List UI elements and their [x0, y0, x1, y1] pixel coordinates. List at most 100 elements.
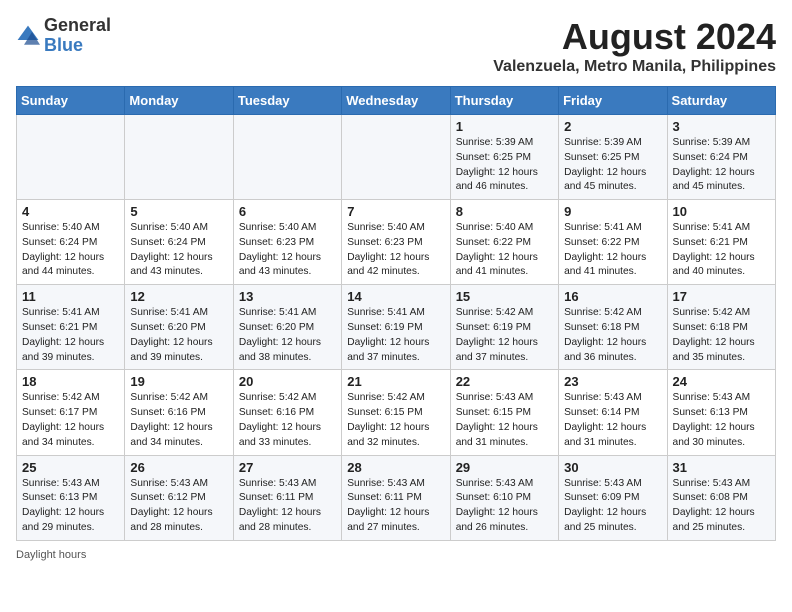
day-info: Sunrise: 5:43 AM Sunset: 6:15 PM Dayligh…: [456, 391, 553, 450]
day-info: Sunrise: 5:43 AM Sunset: 6:12 PM Dayligh…: [130, 477, 227, 536]
calendar-cell: 18 Sunrise: 5:42 AM Sunset: 6:17 PM Dayli…: [17, 370, 125, 455]
calendar-cell: 4 Sunrise: 5:40 AM Sunset: 6:24 PM Daylig…: [17, 200, 125, 285]
calendar-cell: 21 Sunrise: 5:42 AM Sunset: 6:15 PM Dayli…: [342, 370, 450, 455]
day-number: 11: [22, 289, 119, 304]
calendar-cell: 9Sunrise: 5:41 AM Sunset: 6:22 PM Daylig…: [559, 200, 667, 285]
calendar-cell: 8 Sunrise: 5:40 AM Sunset: 6:22 PM Daylig…: [450, 200, 558, 285]
day-info: Sunrise: 5:41 AM Sunset: 6:21 PM Dayligh…: [22, 306, 119, 365]
day-number: 20: [239, 374, 336, 389]
day-number: 3: [673, 119, 770, 134]
day-number: 4: [22, 204, 119, 219]
calendar-cell: 6Sunrise: 5:40 AM Sunset: 6:23 PM Daylig…: [233, 200, 341, 285]
calendar-cell: [342, 115, 450, 200]
day-number: 21: [347, 374, 444, 389]
calendar-week-row: 4 Sunrise: 5:40 AM Sunset: 6:24 PM Daylig…: [17, 200, 776, 285]
calendar-cell: 31Sunrise: 5:43 AM Sunset: 6:08 PM Dayli…: [667, 455, 775, 540]
day-number: 24: [673, 374, 770, 389]
calendar-header-row: SundayMondayTuesdayWednesdayThursdayFrid…: [17, 87, 776, 115]
day-info: Sunrise: 5:40 AM Sunset: 6:23 PM Dayligh…: [239, 221, 336, 280]
day-of-week-header: Saturday: [667, 87, 775, 115]
calendar-cell: 13Sunrise: 5:41 AM Sunset: 6:20 PM Dayli…: [233, 285, 341, 370]
calendar-cell: 3 Sunrise: 5:39 AM Sunset: 6:24 PM Daylig…: [667, 115, 775, 200]
day-number: 5: [130, 204, 227, 219]
day-number: 23: [564, 374, 661, 389]
calendar-cell: 2 Sunrise: 5:39 AM Sunset: 6:25 PM Daylig…: [559, 115, 667, 200]
day-info: Sunrise: 5:40 AM Sunset: 6:24 PM Dayligh…: [22, 221, 119, 280]
day-info: Sunrise: 5:43 AM Sunset: 6:11 PM Dayligh…: [239, 477, 336, 536]
day-info: Sunrise: 5:43 AM Sunset: 6:10 PM Dayligh…: [456, 477, 553, 536]
calendar-cell: [233, 115, 341, 200]
footer-note: Daylight hours: [16, 549, 776, 561]
calendar-cell: 28 Sunrise: 5:43 AM Sunset: 6:11 PM Dayli…: [342, 455, 450, 540]
calendar-cell: 27 Sunrise: 5:43 AM Sunset: 6:11 PM Dayli…: [233, 455, 341, 540]
day-info: Sunrise: 5:40 AM Sunset: 6:23 PM Dayligh…: [347, 221, 444, 280]
day-number: 27: [239, 460, 336, 475]
day-info: Sunrise: 5:39 AM Sunset: 6:25 PM Dayligh…: [456, 136, 553, 195]
day-of-week-header: Tuesday: [233, 87, 341, 115]
calendar-cell: 19Sunrise: 5:42 AM Sunset: 6:16 PM Dayli…: [125, 370, 233, 455]
day-info: Sunrise: 5:40 AM Sunset: 6:22 PM Dayligh…: [456, 221, 553, 280]
day-number: 1: [456, 119, 553, 134]
calendar-cell: 10Sunrise: 5:41 AM Sunset: 6:21 PM Dayli…: [667, 200, 775, 285]
logo-blue: Blue: [44, 36, 111, 56]
calendar-cell: 20 Sunrise: 5:42 AM Sunset: 6:16 PM Dayli…: [233, 370, 341, 455]
day-info: Sunrise: 5:42 AM Sunset: 6:16 PM Dayligh…: [239, 391, 336, 450]
calendar-cell: 12 Sunrise: 5:41 AM Sunset: 6:20 PM Dayli…: [125, 285, 233, 370]
day-info: Sunrise: 5:42 AM Sunset: 6:17 PM Dayligh…: [22, 391, 119, 450]
calendar-week-row: 18 Sunrise: 5:42 AM Sunset: 6:17 PM Dayli…: [17, 370, 776, 455]
day-number: 13: [239, 289, 336, 304]
day-number: 30: [564, 460, 661, 475]
day-number: 15: [456, 289, 553, 304]
day-number: 22: [456, 374, 553, 389]
calendar-cell: [17, 115, 125, 200]
day-info: Sunrise: 5:42 AM Sunset: 6:15 PM Dayligh…: [347, 391, 444, 450]
day-info: Sunrise: 5:42 AM Sunset: 6:18 PM Dayligh…: [673, 306, 770, 365]
title-area: August 2024 Valenzuela, Metro Manila, Ph…: [493, 16, 776, 76]
calendar-cell: 26Sunrise: 5:43 AM Sunset: 6:12 PM Dayli…: [125, 455, 233, 540]
day-info: Sunrise: 5:43 AM Sunset: 6:14 PM Dayligh…: [564, 391, 661, 450]
calendar-table: SundayMondayTuesdayWednesdayThursdayFrid…: [16, 86, 776, 541]
day-info: Sunrise: 5:42 AM Sunset: 6:18 PM Dayligh…: [564, 306, 661, 365]
day-number: 29: [456, 460, 553, 475]
day-number: 16: [564, 289, 661, 304]
day-number: 12: [130, 289, 227, 304]
day-of-week-header: Wednesday: [342, 87, 450, 115]
calendar-cell: 16 Sunrise: 5:42 AM Sunset: 6:18 PM Dayli…: [559, 285, 667, 370]
logo-general: General: [44, 16, 111, 36]
calendar-cell: 11 Sunrise: 5:41 AM Sunset: 6:21 PM Dayli…: [17, 285, 125, 370]
day-of-week-header: Friday: [559, 87, 667, 115]
calendar-cell: 7Sunrise: 5:40 AM Sunset: 6:23 PM Daylig…: [342, 200, 450, 285]
calendar-cell: 29 Sunrise: 5:43 AM Sunset: 6:10 PM Dayli…: [450, 455, 558, 540]
day-number: 17: [673, 289, 770, 304]
day-number: 9: [564, 204, 661, 219]
day-number: 25: [22, 460, 119, 475]
day-number: 8: [456, 204, 553, 219]
calendar-cell: 15 Sunrise: 5:42 AM Sunset: 6:19 PM Dayli…: [450, 285, 558, 370]
day-number: 18: [22, 374, 119, 389]
calendar-body: 1 Sunrise: 5:39 AM Sunset: 6:25 PM Daylig…: [17, 115, 776, 541]
header: General Blue August 2024 Valenzuela, Met…: [16, 16, 776, 76]
day-info: Sunrise: 5:40 AM Sunset: 6:24 PM Dayligh…: [130, 221, 227, 280]
day-number: 28: [347, 460, 444, 475]
day-of-week-header: Monday: [125, 87, 233, 115]
calendar-cell: 25Sunrise: 5:43 AM Sunset: 6:13 PM Dayli…: [17, 455, 125, 540]
day-info: Sunrise: 5:39 AM Sunset: 6:25 PM Dayligh…: [564, 136, 661, 195]
calendar-week-row: 11 Sunrise: 5:41 AM Sunset: 6:21 PM Dayli…: [17, 285, 776, 370]
day-info: Sunrise: 5:42 AM Sunset: 6:16 PM Dayligh…: [130, 391, 227, 450]
day-info: Sunrise: 5:42 AM Sunset: 6:19 PM Dayligh…: [456, 306, 553, 365]
day-info: Sunrise: 5:41 AM Sunset: 6:20 PM Dayligh…: [130, 306, 227, 365]
day-info: Sunrise: 5:39 AM Sunset: 6:24 PM Dayligh…: [673, 136, 770, 195]
location: Valenzuela, Metro Manila, Philippines: [493, 58, 776, 76]
day-info: Sunrise: 5:43 AM Sunset: 6:11 PM Dayligh…: [347, 477, 444, 536]
calendar-week-row: 25Sunrise: 5:43 AM Sunset: 6:13 PM Dayli…: [17, 455, 776, 540]
day-number: 2: [564, 119, 661, 134]
calendar-cell: 5 Sunrise: 5:40 AM Sunset: 6:24 PM Daylig…: [125, 200, 233, 285]
day-info: Sunrise: 5:43 AM Sunset: 6:13 PM Dayligh…: [673, 391, 770, 450]
day-info: Sunrise: 5:43 AM Sunset: 6:09 PM Dayligh…: [564, 477, 661, 536]
calendar-cell: 24 Sunrise: 5:43 AM Sunset: 6:13 PM Dayli…: [667, 370, 775, 455]
month-year: August 2024: [493, 16, 776, 58]
logo-icon: [16, 24, 40, 48]
calendar-cell: [125, 115, 233, 200]
calendar-cell: 22 Sunrise: 5:43 AM Sunset: 6:15 PM Dayli…: [450, 370, 558, 455]
calendar-cell: 1 Sunrise: 5:39 AM Sunset: 6:25 PM Daylig…: [450, 115, 558, 200]
